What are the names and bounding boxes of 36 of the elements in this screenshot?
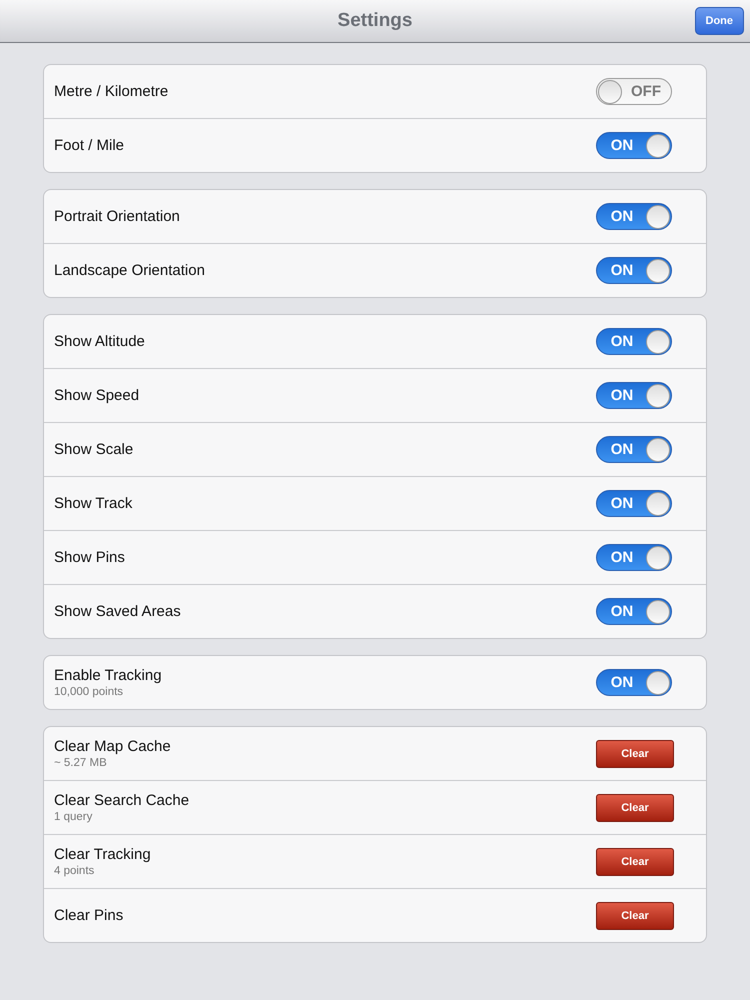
setting-label: Metre / Kilometre bbox=[54, 83, 168, 100]
setting-detail: 1 query bbox=[54, 811, 92, 823]
clear-button[interactable]: Clear bbox=[596, 902, 674, 930]
clear-button[interactable]: Clear bbox=[596, 848, 674, 876]
toggle-switch[interactable]: ON bbox=[596, 490, 672, 517]
setting-detail: ~ 5.27 MB bbox=[54, 757, 107, 769]
toggle-switch[interactable]: ON bbox=[596, 328, 672, 355]
toggle-switch[interactable]: ON bbox=[596, 257, 672, 284]
setting-label: Clear Search Cache bbox=[54, 792, 190, 809]
toggle-switch[interactable]: OFF bbox=[596, 78, 672, 105]
toggle-switch[interactable]: ON bbox=[596, 132, 672, 159]
toggle-switch[interactable]: ON bbox=[596, 203, 672, 230]
nav-title: Settings bbox=[338, 10, 412, 32]
setting-label: Landscape Orientation bbox=[54, 262, 205, 279]
setting-label: Clear Pins bbox=[54, 907, 124, 924]
setting-label: Show Saved Areas bbox=[54, 603, 181, 620]
toggle-switch[interactable]: ON bbox=[596, 436, 672, 463]
setting-label: Show Scale bbox=[54, 441, 134, 458]
toggle-switch[interactable]: ON bbox=[596, 669, 672, 696]
setting-label: Show Speed bbox=[54, 387, 140, 404]
setting-label: Show Pins bbox=[54, 549, 125, 566]
setting-label: Clear Tracking bbox=[54, 846, 151, 863]
toggle-switch[interactable]: ON bbox=[596, 544, 672, 571]
setting-detail: 10,000 points bbox=[54, 686, 124, 698]
setting-label: Portrait Orientation bbox=[54, 208, 180, 225]
setting-label: Show Altitude bbox=[54, 333, 145, 350]
toggle-switch[interactable]: ON bbox=[596, 382, 672, 409]
setting-label: Enable Tracking bbox=[54, 667, 162, 684]
clear-button[interactable]: Clear bbox=[596, 794, 674, 822]
toggle-switch[interactable]: ON bbox=[596, 598, 672, 625]
clear-button[interactable]: Clear bbox=[596, 740, 674, 768]
setting-label: Foot / Mile bbox=[54, 137, 124, 154]
done-button[interactable]: Done bbox=[694, 7, 744, 35]
setting-label: Clear Map Cache bbox=[54, 738, 171, 755]
setting-label: Show Track bbox=[54, 495, 132, 512]
setting-detail: 4 points bbox=[54, 865, 94, 877]
